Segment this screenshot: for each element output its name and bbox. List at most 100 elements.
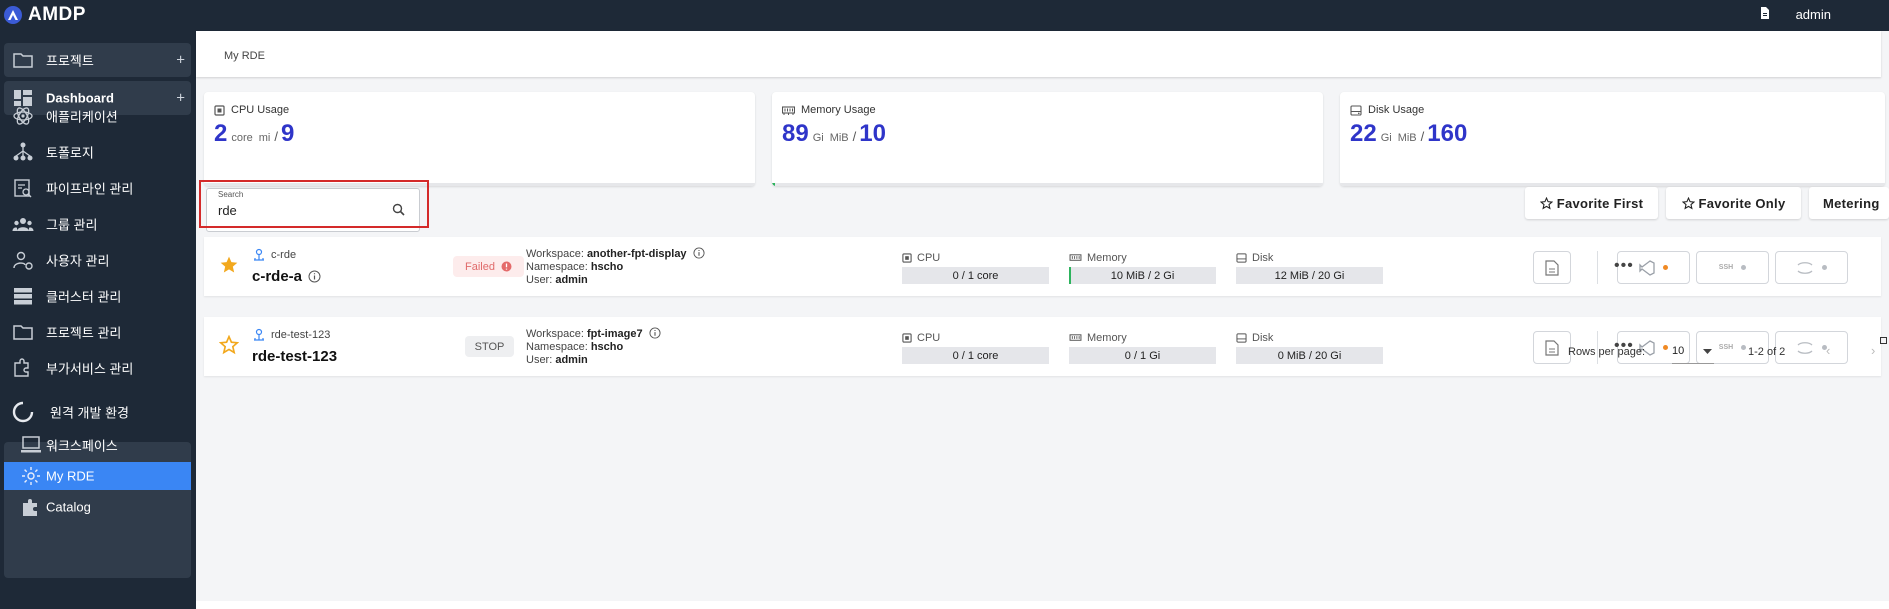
- resource-label: Memory: [1087, 332, 1127, 344]
- rde-row[interactable]: c-rde c-rde-a Failed Workspace: another-…: [204, 237, 1881, 296]
- star-filled-icon[interactable]: [219, 255, 239, 275]
- document-icon[interactable]: [1760, 7, 1770, 22]
- log-button[interactable]: [1533, 331, 1571, 364]
- ssh-button[interactable]: SSH: [1696, 251, 1769, 284]
- breadcrumb-current: My RDE: [224, 50, 265, 62]
- sidebar-item-project[interactable]: 프로젝트 +: [4, 43, 191, 77]
- status-badge: Failed: [453, 256, 524, 277]
- resource-label: Disk: [1252, 252, 1274, 264]
- main-content: My RDE CPU Usage 2 core mi / 9 Memory Us…: [196, 31, 1889, 609]
- status-dot: [1741, 345, 1747, 350]
- sidebar-item-label: 그룹 관리: [46, 217, 98, 233]
- breadcrumb: My RDE: [196, 31, 1881, 77]
- info-icon[interactable]: [693, 247, 705, 259]
- sidebar-item-workspace[interactable]: 워크스페이스: [4, 431, 191, 459]
- info-icon[interactable]: [649, 327, 661, 339]
- separator: /: [274, 129, 278, 144]
- cluster-icon: [14, 288, 32, 305]
- sidebar-item-remote-dev[interactable]: 원격 개발 환경: [4, 397, 191, 427]
- memory-value: 10 MiB / 2 Gi: [1110, 269, 1175, 282]
- sidebar-item-topology[interactable]: 토폴로지: [4, 137, 191, 167]
- usage-bar: [772, 183, 1323, 186]
- sidebar-item-label: 클러스터 관리: [46, 289, 122, 305]
- card-title: CPU Usage: [231, 104, 290, 116]
- sidebar-item-label: 토폴로지: [46, 145, 94, 161]
- jupyter-icon: [1797, 341, 1813, 354]
- resize-handle[interactable]: [1880, 337, 1887, 344]
- log-button[interactable]: [1533, 251, 1571, 284]
- favorite-only-button[interactable]: Favorite Only: [1666, 187, 1801, 219]
- memory-fill: [1069, 267, 1071, 284]
- memory-usage-card: Memory Usage 89 Gi MiB / 10: [772, 92, 1323, 186]
- status-text: Failed: [465, 260, 495, 273]
- sidebar-item-user[interactable]: 사용자 관리: [4, 245, 191, 275]
- unit-label: Gi: [812, 132, 824, 144]
- resource-label: Disk: [1252, 332, 1274, 344]
- sidebar-item-my-rde[interactable]: My RDE: [4, 462, 191, 490]
- cpu-usage-card: CPU Usage 2 core mi / 9: [204, 92, 755, 186]
- button-label: Favorite Only: [1698, 195, 1786, 211]
- usage-bar: [1340, 183, 1885, 186]
- disk-icon: [1236, 333, 1247, 343]
- document-icon: [1545, 259, 1559, 276]
- sidebar-item-application[interactable]: 애플리케이션: [4, 101, 191, 131]
- info-icon[interactable]: [308, 270, 321, 283]
- meta-label: Namespace:: [526, 261, 588, 273]
- rows-per-page-select[interactable]: 10: [1672, 343, 1714, 364]
- sidebar-item-label: Catalog: [46, 499, 91, 515]
- sidebar-item-project-admin[interactable]: 프로젝트 관리: [4, 317, 191, 347]
- error-icon: [501, 261, 512, 272]
- status-text: STOP: [474, 340, 505, 353]
- chevron-down-icon: [1703, 349, 1712, 354]
- puzzle-icon: [23, 499, 37, 516]
- status-dot: [1663, 345, 1668, 350]
- cluster-node-icon: [254, 328, 264, 341]
- meta-label: User:: [526, 274, 553, 286]
- favorite-first-button[interactable]: Favorite First: [1525, 187, 1658, 219]
- gear-icon: [22, 467, 40, 485]
- user-name[interactable]: admin: [1796, 7, 1831, 22]
- workspace-value: another-fpt-display: [586, 248, 687, 260]
- separator: /: [1420, 129, 1425, 144]
- sidebar-item-label: My RDE: [46, 468, 95, 484]
- disk-resource: Disk 0 MiB / 20 Gi: [1236, 332, 1383, 364]
- usage-bar-fill: [772, 183, 775, 186]
- sidebar-item-label: 워크스페이스: [46, 438, 118, 454]
- sidebar-item-group[interactable]: 그룹 관리: [4, 209, 191, 239]
- unit-label: MiB: [1397, 132, 1417, 144]
- memory-icon: [1069, 254, 1082, 261]
- user-gear-icon: [13, 251, 33, 270]
- sidebar-item-label: 파이프라인 관리: [46, 181, 134, 197]
- ssh-label: SSH: [1718, 344, 1734, 351]
- star-outline-icon[interactable]: [219, 335, 239, 355]
- sidebar-item-addon[interactable]: 부가서비스 관리: [4, 353, 191, 383]
- next-page-icon[interactable]: ›: [1871, 343, 1875, 358]
- cpu-used: 2: [214, 120, 228, 147]
- jupyter-button[interactable]: [1775, 331, 1848, 364]
- rde-name[interactable]: rde-test-123: [252, 348, 337, 365]
- topology-icon: [13, 142, 33, 161]
- cpu-resource: CPU 0 / 1 core: [902, 332, 1049, 364]
- sidebar-item-label: 사용자 관리: [46, 253, 110, 269]
- separator: /: [852, 129, 857, 144]
- logo-icon: [4, 6, 22, 24]
- sidebar-item-pipeline[interactable]: 파이프라인 관리: [4, 173, 191, 203]
- memory-icon: [782, 105, 795, 115]
- metering-button[interactable]: Metering: [1809, 187, 1889, 219]
- status-badge: STOP: [465, 336, 514, 357]
- user-value: admin: [555, 354, 588, 366]
- sidebar-item-label: 프로젝트 관리: [46, 325, 122, 341]
- rde-name[interactable]: c-rde-a: [252, 268, 302, 285]
- sidebar-item-catalog[interactable]: Catalog: [4, 492, 191, 522]
- user-value: admin: [555, 274, 588, 286]
- memory-total: 10: [859, 120, 886, 147]
- more-options-icon[interactable]: •••: [1614, 257, 1634, 275]
- prev-page-icon[interactable]: ‹: [1826, 343, 1830, 358]
- jupyter-button[interactable]: [1775, 251, 1848, 284]
- cpu-total: 9: [281, 120, 295, 147]
- sidebar-item-cluster[interactable]: 클러스터 관리: [4, 281, 191, 311]
- expand-plus-icon[interactable]: +: [176, 52, 185, 69]
- app-logo[interactable]: AMDP: [4, 4, 86, 26]
- disk-icon: [1236, 253, 1247, 263]
- vscode-icon: [1639, 259, 1655, 276]
